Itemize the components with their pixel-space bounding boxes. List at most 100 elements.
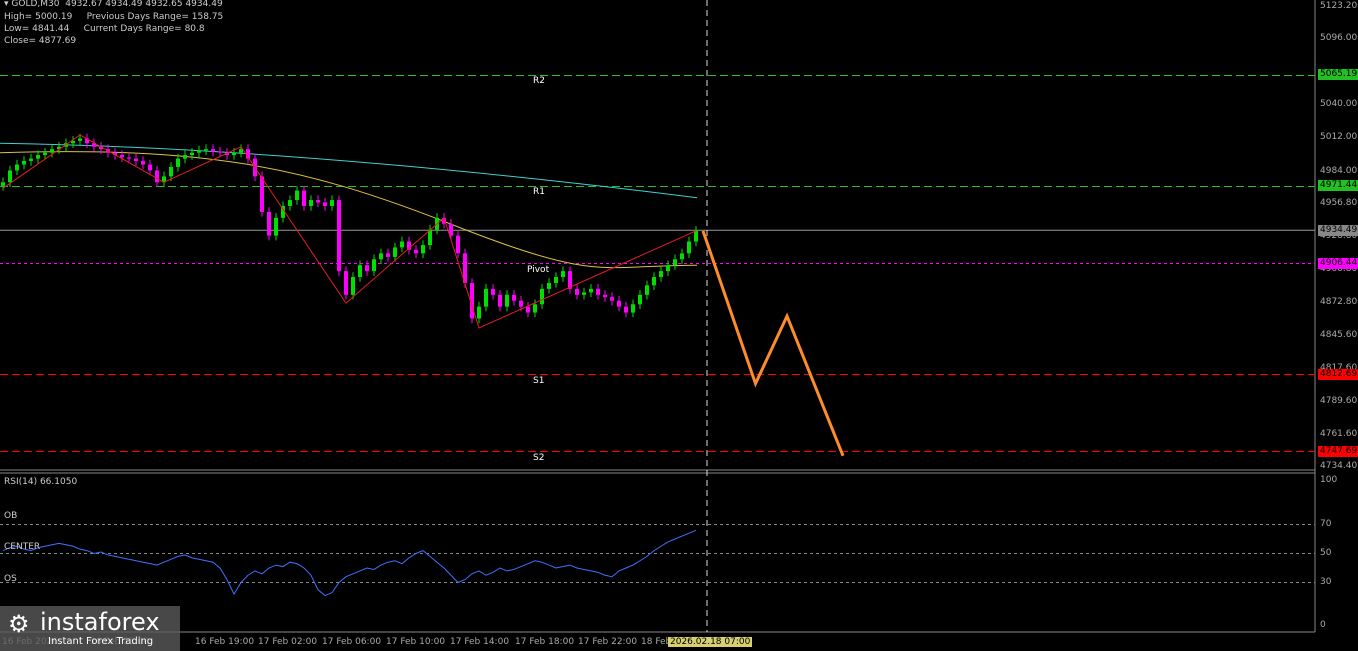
- price-tick: 4845.60: [1320, 329, 1358, 340]
- trading-chart[interactable]: ▾ GOLD,M30 4932.67 4934.49 4932.65 4934.…: [0, 0, 1358, 651]
- cur-range: Current Days Range= 80.8: [83, 24, 205, 34]
- candle-body: [169, 166, 173, 177]
- candle-body: [232, 152, 236, 156]
- candle-body: [603, 294, 607, 298]
- candle-body: [344, 271, 348, 295]
- price-tick: 5123.20: [1320, 0, 1358, 11]
- candle-body: [15, 164, 19, 171]
- s1-price-tag: 4812.69: [1318, 369, 1358, 380]
- candle-body: [1, 182, 5, 186]
- time-label: 17 Feb 18:00: [515, 637, 575, 647]
- candle-body: [22, 160, 26, 165]
- candle-body: [218, 151, 222, 153]
- candle-body: [589, 288, 593, 293]
- candle-body: [351, 277, 355, 295]
- time-label: 17 Feb 10:00: [386, 637, 446, 647]
- price-tick: 5012.00: [1320, 132, 1358, 143]
- pivot-label: Pivot: [527, 265, 550, 275]
- price-tick: 4956.80: [1320, 197, 1358, 208]
- ohlc-values: 4932.67 4934.49 4932.65 4934.49: [65, 0, 223, 9]
- cursor-time-tag: 2026.02.18 07:00: [668, 637, 753, 647]
- candle-body: [120, 155, 124, 158]
- forecast-arrow-path: [701, 230, 845, 457]
- zigzag-line: [2, 134, 697, 329]
- candle-body: [645, 285, 649, 295]
- candle-body: [183, 155, 187, 159]
- rsi-ob-label: OB: [4, 511, 18, 521]
- candle-body: [204, 149, 208, 151]
- time-label: 16 Feb 19:00: [195, 637, 255, 647]
- candle-body: [141, 160, 145, 165]
- price-tick: 4872.80: [1320, 297, 1358, 308]
- candle-body: [582, 292, 586, 295]
- rsi-tick: 50: [1320, 547, 1332, 558]
- prev-range: Previous Days Range= 158.75: [86, 12, 224, 22]
- candle-body: [302, 190, 306, 206]
- r1-price-tag: 4971.44: [1318, 180, 1358, 191]
- candle-body: [309, 200, 313, 206]
- candle-body: [190, 152, 194, 156]
- chart-canvas[interactable]: [0, 0, 1358, 651]
- candle-body: [127, 157, 131, 159]
- high-row: High= 5000.19 Previous Days Range= 158.7…: [4, 12, 223, 22]
- candle-body: [78, 138, 82, 141]
- candle-body: [575, 288, 579, 295]
- candle-body: [519, 300, 523, 307]
- candle-body: [358, 265, 362, 278]
- candle-body: [337, 200, 341, 272]
- candle-body: [687, 241, 691, 254]
- candle-body: [323, 202, 327, 206]
- candle-body: [666, 265, 670, 272]
- candle-body: [379, 253, 383, 260]
- rsi-tick: 100: [1320, 475, 1338, 485]
- logo-tagline: Instant Forex Trading: [48, 636, 154, 647]
- rsi-center-label: CENTER: [4, 542, 41, 552]
- rsi-os-label: OS: [4, 574, 17, 584]
- candle-body: [330, 200, 334, 206]
- rsi-tick: 70: [1320, 518, 1332, 529]
- candle-body: [477, 306, 481, 319]
- s2-price-tag: 4747.69: [1318, 446, 1358, 457]
- s1-label: S1: [533, 376, 545, 386]
- candle-body: [610, 297, 614, 301]
- candle-body: [638, 294, 642, 305]
- low-row: Low= 4841.44 Current Days Range= 80.8: [4, 24, 205, 34]
- time-label: 17 Feb 14:00: [450, 637, 510, 647]
- candle-body: [372, 259, 376, 272]
- candle-body: [50, 149, 54, 153]
- candle-body: [540, 288, 544, 305]
- candle-body: [596, 288, 600, 295]
- candle-body: [512, 294, 516, 301]
- candle-body: [176, 158, 180, 167]
- time-label: 18 Feb: [641, 637, 672, 647]
- candle-body: [29, 158, 33, 161]
- candle-body: [295, 190, 299, 201]
- candle-body: [267, 211, 271, 236]
- candle-body: [631, 304, 635, 313]
- candle-body: [554, 277, 558, 283]
- s2-label: S2: [533, 453, 545, 463]
- instaforex-logo: ⚙ instaforex Instant Forex Trading: [0, 606, 180, 651]
- price-tick: 4789.60: [1320, 395, 1358, 406]
- candle-body: [484, 288, 488, 307]
- candle-body: [386, 253, 390, 257]
- candle-body: [211, 149, 215, 152]
- candle-body: [617, 300, 621, 307]
- candle-body: [414, 249, 418, 254]
- ma-fast-line: [0, 151, 698, 269]
- close-value: Close= 4877.69: [4, 36, 77, 46]
- r2-price-tag: 5065.19: [1318, 69, 1358, 80]
- candle-body: [652, 277, 656, 286]
- candle-body: [533, 304, 537, 313]
- time-label: 17 Feb 02:00: [258, 637, 318, 647]
- candle-body: [36, 155, 40, 159]
- r1-label: R1: [533, 187, 545, 197]
- rsi-tick: 30: [1320, 576, 1332, 587]
- symbol-label: GOLD,M30: [11, 0, 60, 9]
- candle-body: [260, 176, 264, 212]
- rsi-title: RSI(14) 66.1050: [4, 477, 78, 487]
- candle-body: [547, 282, 551, 289]
- candle-body: [393, 247, 397, 257]
- candle-body: [680, 253, 684, 260]
- candle-body: [43, 152, 47, 156]
